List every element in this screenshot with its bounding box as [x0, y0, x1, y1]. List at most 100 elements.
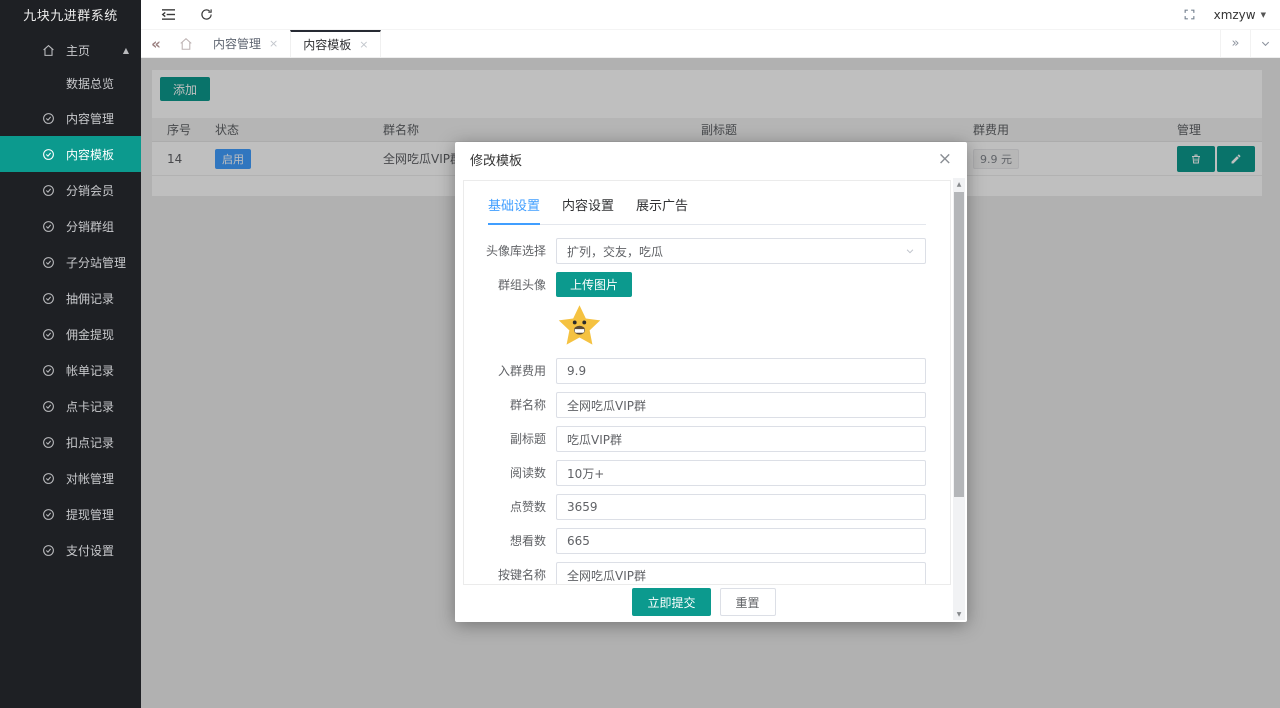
scroll-up-icon[interactable]: ▲ [953, 178, 965, 190]
badge-check-icon [42, 472, 55, 485]
sidebar-item-label: 帐单记录 [66, 363, 115, 378]
select-arrow-icon [905, 246, 915, 256]
field-label-group-avatar: 群组头像 [497, 278, 546, 292]
badge-check-icon [42, 112, 55, 125]
tab-content-manage[interactable]: 内容管理 × [201, 30, 290, 57]
home-icon [42, 44, 55, 57]
sidebar-item-content-manage[interactable]: 内容管理 [0, 100, 141, 136]
scroll-down-icon[interactable]: ▼ [953, 608, 965, 620]
tab-display-ads[interactable]: 展示广告 [636, 195, 688, 224]
chevrons-right-icon[interactable]: » [1220, 30, 1250, 57]
caret-down-icon: ▼ [1260, 10, 1266, 19]
sidebar-item-data-overview[interactable]: 数据总览 [0, 67, 141, 100]
tab-menu-chevron-down-icon[interactable] [1250, 30, 1280, 57]
menu-fold-icon[interactable] [161, 8, 176, 21]
reset-button[interactable]: 重置 [719, 588, 776, 616]
username: xmzyw [1213, 7, 1256, 22]
sidebar-item-label: 对帐管理 [66, 471, 115, 486]
want-count-input[interactable] [556, 528, 926, 554]
sidebar-item-label: 分销群组 [66, 219, 115, 234]
tab-content-settings[interactable]: 内容设置 [562, 195, 614, 224]
sidebar-item-label: 分销会员 [66, 183, 115, 198]
tab-basic-settings[interactable]: 基础设置 [488, 195, 541, 225]
sidebar-item-home[interactable]: 主页 ▲ [0, 33, 141, 67]
sidebar-item-label: 子分站管理 [66, 255, 127, 270]
sidebar-item-label: 内容管理 [66, 111, 115, 126]
badge-check-icon [42, 436, 55, 449]
modal-scrollbar[interactable]: ▲ ▼ [953, 178, 965, 620]
sidebar-item-label: 点卡记录 [66, 399, 115, 414]
field-label-subtitle: 副标题 [509, 432, 546, 446]
like-count-input[interactable] [556, 494, 926, 520]
modal-tabs: 基础设置 内容设置 展示广告 [488, 195, 926, 225]
sidebar-item-dist-member[interactable]: 分销会员 [0, 172, 141, 208]
badge-check-icon [42, 508, 55, 521]
template-form: 头像库选择 扩列，交友，吃瓜 群组头像 上传图片 入群费用 9.9 群名称 全网… [480, 238, 926, 584]
sidebar-item-label: 提现管理 [66, 507, 115, 522]
close-tab-icon[interactable]: × [359, 38, 368, 51]
badge-check-icon [42, 400, 55, 413]
badge-check-icon [42, 148, 55, 161]
sidebar-item-deduct-record[interactable]: 扣点记录 [0, 424, 141, 460]
modal-header: 修改模板 × [455, 142, 967, 176]
sidebar-item-label: 支付设置 [66, 543, 115, 558]
tab-content-template[interactable]: 内容模板 × [290, 30, 382, 57]
badge-check-icon [42, 544, 55, 557]
tab-label: 内容管理 [213, 37, 262, 51]
upload-image-button[interactable]: 上传图片 [556, 272, 633, 297]
sidebar-item-card-record[interactable]: 点卡记录 [0, 388, 141, 424]
group-name-input[interactable] [556, 392, 926, 418]
edit-template-modal: 修改模板 × 基础设置 内容设置 展示广告 头像库选择 扩列，交友，吃瓜 群组头 [455, 142, 967, 622]
fee-input[interactable] [556, 358, 926, 384]
sidebar-item-commission-record[interactable]: 抽佣记录 [0, 280, 141, 316]
badge-check-icon [42, 364, 55, 377]
field-label-read-count: 阅读数 [509, 466, 546, 480]
sidebar-item-commission-withdraw[interactable]: 佣金提现 [0, 316, 141, 352]
chevrons-left-icon[interactable]: « [141, 30, 171, 57]
group-avatar-image [556, 303, 603, 350]
fullscreen-icon[interactable] [1183, 8, 1196, 21]
field-label-group-name: 群名称 [509, 398, 546, 412]
select-value: 扩列，交友，吃瓜 [567, 244, 664, 259]
badge-check-icon [42, 220, 55, 233]
field-label-fee: 入群费用 [497, 364, 546, 378]
avatar-library-select[interactable]: 扩列，交友，吃瓜 [556, 238, 926, 264]
caret-up-icon: ▲ [122, 45, 129, 55]
close-icon[interactable]: × [938, 150, 952, 168]
sidebar-item-withdraw-manage[interactable]: 提现管理 [0, 496, 141, 532]
sidebar-item-label: 佣金提现 [66, 327, 115, 342]
badge-check-icon [42, 184, 55, 197]
sidebar-item-bill-record[interactable]: 帐单记录 [0, 352, 141, 388]
sidebar: 九块九进群系统 主页 ▲ 数据总览 内容管理 内容模板 分销会员 分销群组 子分… [0, 0, 141, 708]
sidebar-item-dist-group[interactable]: 分销群组 [0, 208, 141, 244]
button-name-input[interactable] [556, 562, 926, 584]
sidebar-item-payment-settings[interactable]: 支付设置 [0, 532, 141, 568]
badge-check-icon [42, 328, 55, 341]
sidebar-subitem-label: 数据总览 [66, 77, 115, 91]
close-tab-icon[interactable]: × [269, 37, 278, 50]
refresh-icon[interactable] [200, 8, 213, 21]
sidebar-item-label: 内容模板 [66, 147, 115, 162]
field-label-avatar-library: 头像库选择 [485, 244, 546, 258]
field-label-button-name: 按键名称 [497, 568, 546, 582]
sidebar-item-label: 扣点记录 [66, 435, 115, 450]
badge-check-icon [42, 256, 55, 269]
user-menu[interactable]: xmzyw ▼ [1214, 8, 1266, 22]
modal-form-panel: 基础设置 内容设置 展示广告 头像库选择 扩列，交友，吃瓜 群组头像 上传图片 [463, 180, 951, 585]
submit-button[interactable]: 立即提交 [632, 588, 711, 616]
read-count-input[interactable] [556, 460, 926, 486]
tab-label: 内容模板 [303, 38, 352, 52]
scrollbar-thumb[interactable] [954, 192, 964, 497]
modal-footer: 立即提交 重置 [455, 588, 953, 616]
home-tab-icon[interactable] [171, 30, 201, 57]
app-title: 九块九进群系统 [23, 9, 118, 24]
sidebar-item-reconcile-manage[interactable]: 对帐管理 [0, 460, 141, 496]
subtitle-input[interactable] [556, 426, 926, 452]
sidebar-item-label: 主页 [66, 43, 91, 58]
sidebar-item-content-template[interactable]: 内容模板 [0, 136, 141, 172]
sidebar-item-substation[interactable]: 子分站管理 [0, 244, 141, 280]
group-avatar-row: 群组头像 上传图片 [480, 272, 926, 350]
modal-title: 修改模板 [470, 153, 523, 169]
field-label-like-count: 点赞数 [509, 500, 546, 514]
tab-bar: « 内容管理 × 内容模板 × » [141, 30, 1280, 58]
